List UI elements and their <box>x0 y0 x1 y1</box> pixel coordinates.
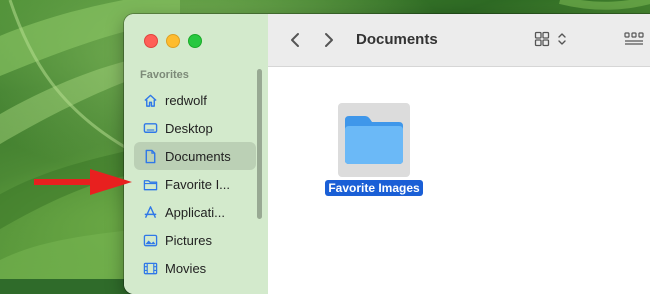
sidebar-item-label: Movies <box>165 260 207 276</box>
folder-icon <box>143 177 158 192</box>
sidebar-scrollbar[interactable] <box>257 69 262 219</box>
sidebar-item-label: Documents <box>165 148 231 164</box>
icon-grid-view-icon <box>534 31 550 47</box>
sidebar-item-documents[interactable]: Documents <box>134 142 256 170</box>
group-button[interactable] <box>624 31 644 52</box>
document-icon <box>143 149 158 164</box>
sidebar-item-label: Desktop <box>165 120 213 136</box>
movies-icon <box>143 261 158 276</box>
window-title: Documents <box>356 31 438 48</box>
close-button[interactable] <box>144 34 158 48</box>
sidebar-item-label: Applicati... <box>165 204 225 220</box>
window-controls <box>144 34 202 48</box>
applications-icon <box>143 205 158 220</box>
finder-window: Favorites redwolf Desktop Documents Favo… <box>124 14 650 294</box>
sidebar-item-label: Favorite I... <box>165 176 231 192</box>
chevron-left-icon <box>291 33 299 47</box>
forward-button[interactable] <box>320 30 338 50</box>
sidebar-item-desktop[interactable]: Desktop <box>134 114 256 142</box>
sidebar-item-favorite-images[interactable]: Favorite I... <box>134 170 256 198</box>
toolbar: Documents <box>268 14 650 67</box>
chevron-right-icon <box>325 33 333 47</box>
folder-icon <box>345 116 403 164</box>
view-mode-button[interactable] <box>534 31 570 47</box>
red-arrow-annotation <box>34 169 132 195</box>
sidebar-list: redwolf Desktop Documents Favorite I... <box>134 86 256 282</box>
file-browser-content: Favorite Images <box>268 67 650 294</box>
minimize-button[interactable] <box>166 34 180 48</box>
sidebar-item-redwolf[interactable]: redwolf <box>134 86 256 114</box>
zoom-button[interactable] <box>188 34 202 48</box>
sidebar-item-movies[interactable]: Movies <box>134 254 256 282</box>
folder-thumbnail[interactable] <box>338 103 410 177</box>
house-icon <box>143 93 158 108</box>
folder-name-label[interactable]: Favorite Images <box>325 180 423 196</box>
folder-item[interactable]: Favorite Images <box>325 103 423 196</box>
desktop-icon <box>143 121 158 136</box>
group-view-icon <box>624 32 644 45</box>
back-button[interactable] <box>286 30 304 50</box>
sidebar-item-applications[interactable]: Applicati... <box>134 198 256 226</box>
sidebar-item-label: Pictures <box>165 232 212 248</box>
sidebar-section-header: Favorites <box>140 69 189 81</box>
pictures-icon <box>143 233 158 248</box>
sidebar: Favorites redwolf Desktop Documents Favo… <box>124 14 269 294</box>
chevron-up-down-icon <box>558 33 566 45</box>
sidebar-item-pictures[interactable]: Pictures <box>134 226 256 254</box>
sidebar-item-label: redwolf <box>165 92 207 108</box>
